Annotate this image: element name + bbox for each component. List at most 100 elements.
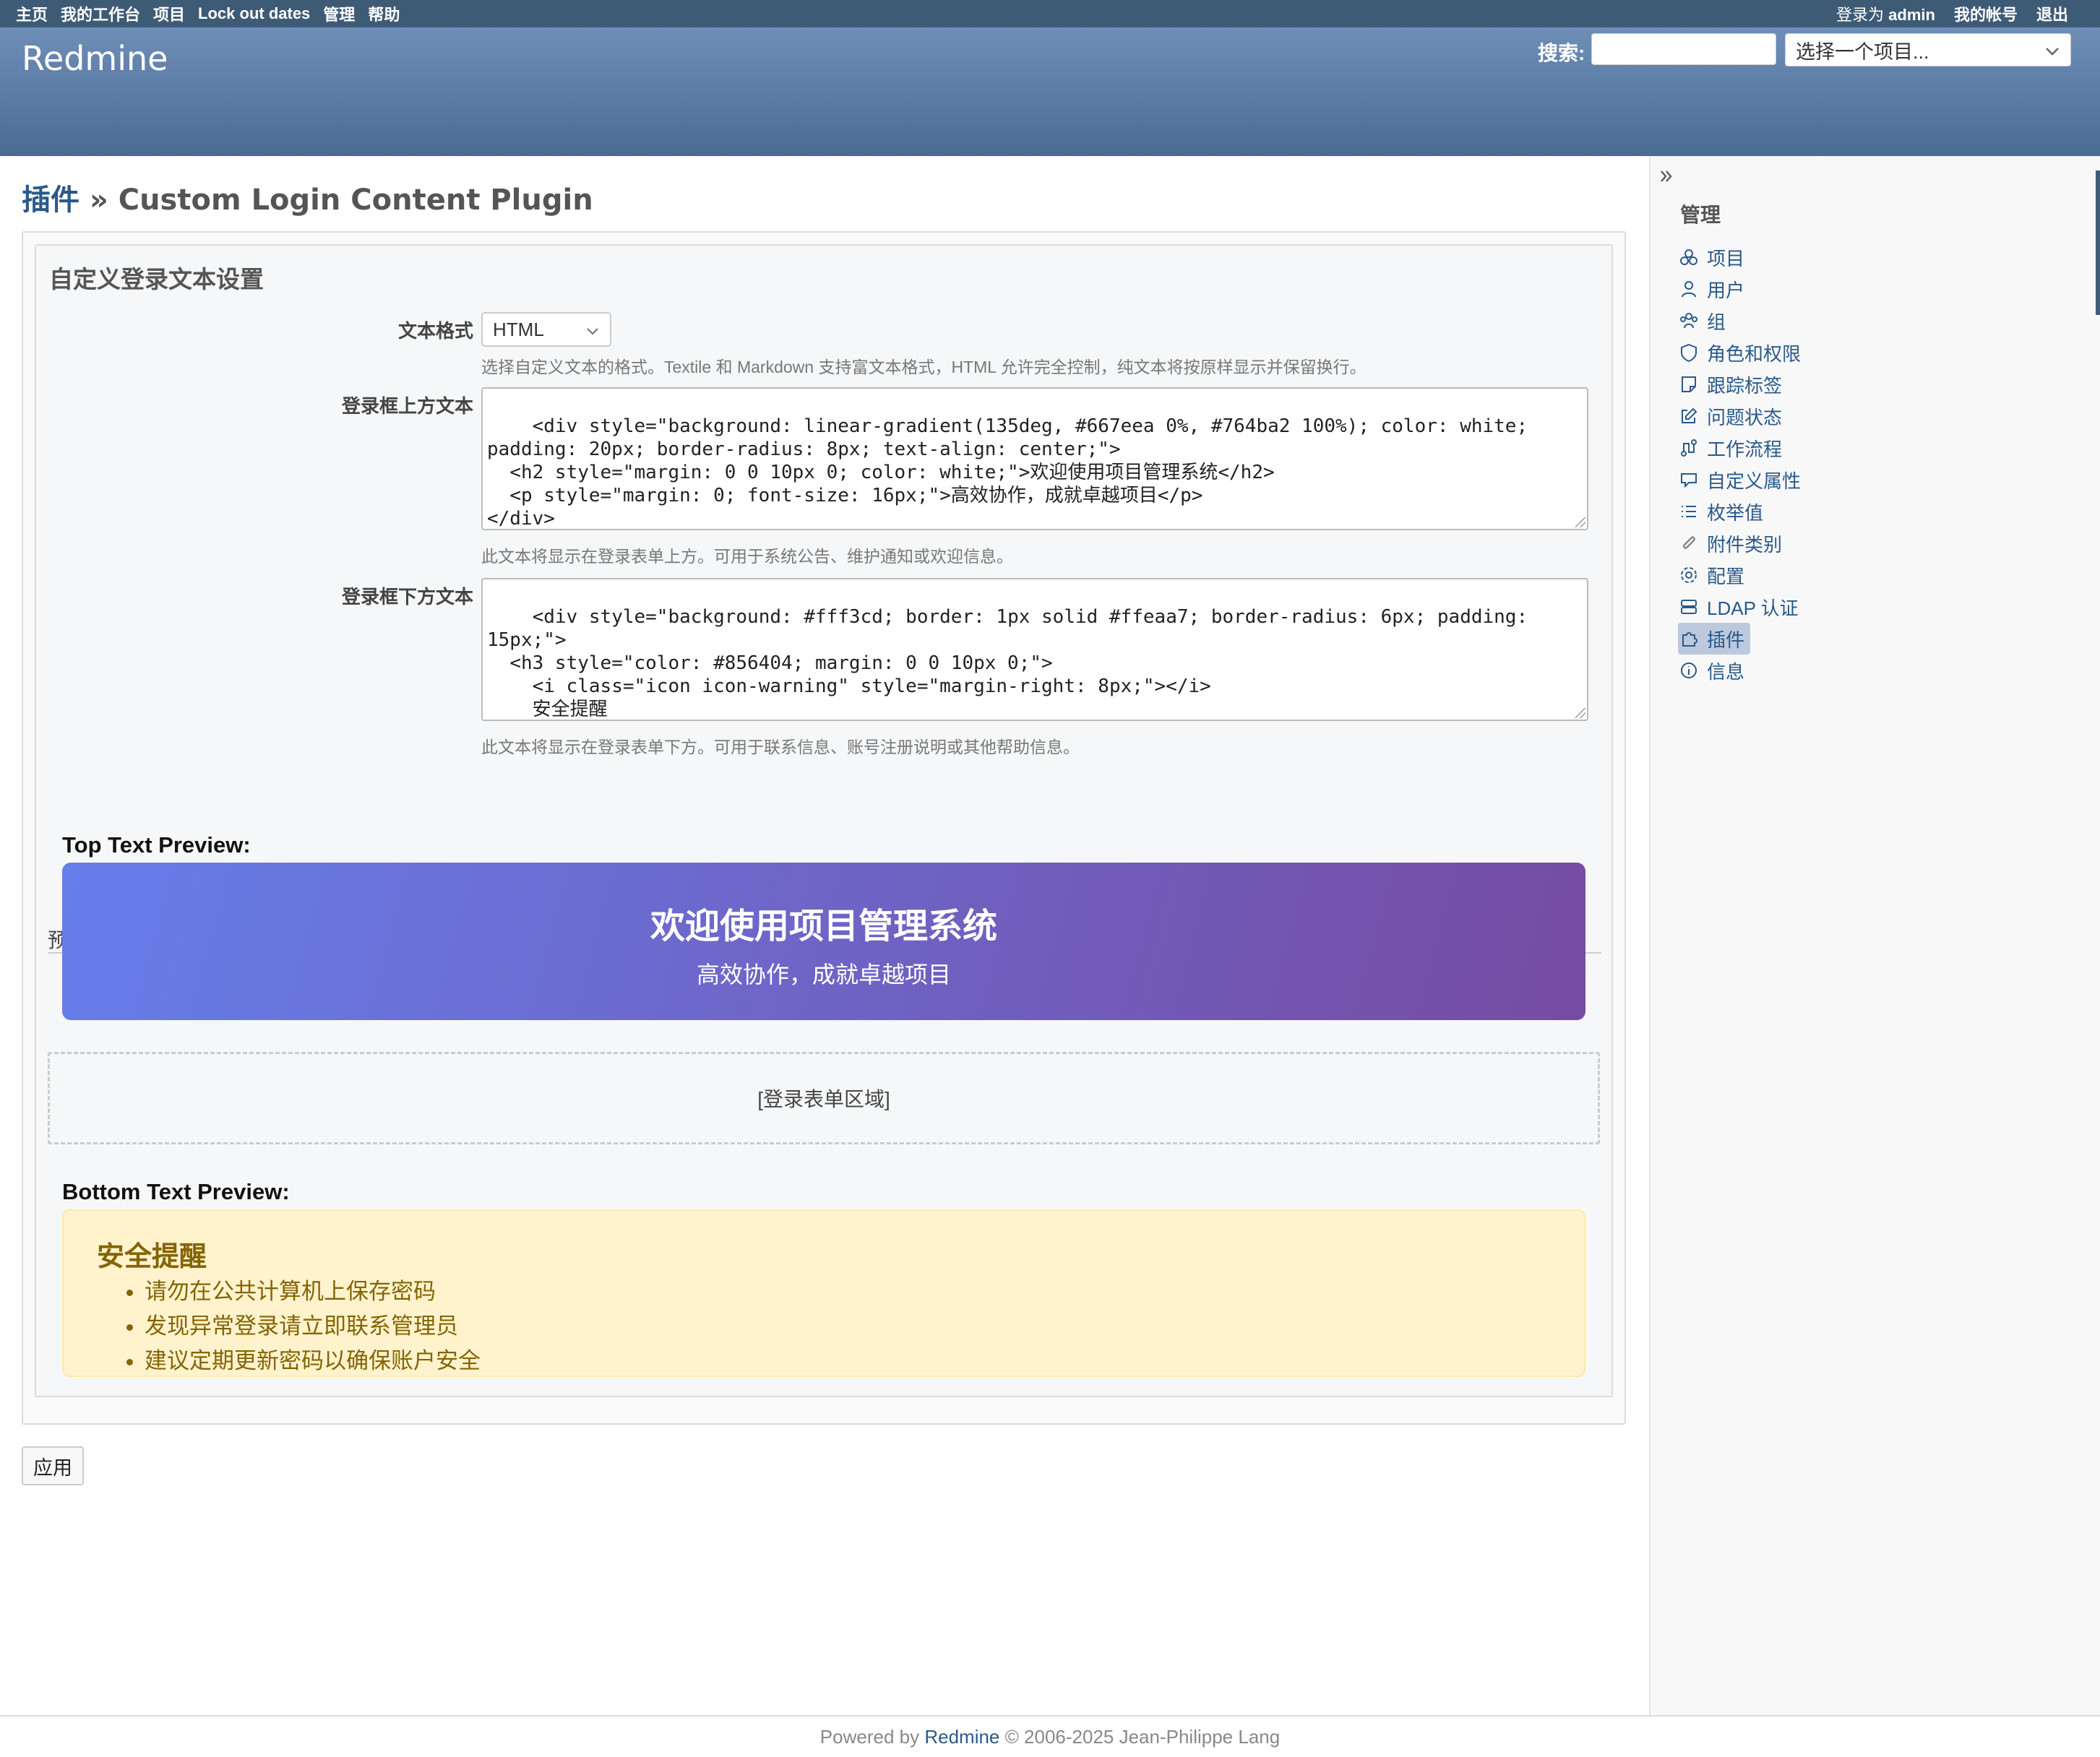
sidebar-item-roles[interactable]: 角色和权限	[1678, 337, 1801, 368]
project-jump-select[interactable]: 选择一个项目...	[1785, 33, 2071, 66]
menu-projects-link[interactable]: 项目	[153, 2, 185, 25]
sidebar-item-enumerations[interactable]: 枚举值	[1678, 496, 1801, 527]
info-icon	[1678, 660, 1700, 681]
sidebar-item-label: 项目	[1707, 247, 1745, 269]
sidebar-item-projects[interactable]: 项目	[1678, 241, 1801, 273]
workflow-icon	[1678, 437, 1700, 459]
login-area-label: [登录表单区域]	[757, 1088, 890, 1110]
sidebar: 管理 项目 用户 组 角色和权限 跟踪标签 问题状态 工作流程 自定义属性 枚举…	[1649, 156, 2100, 1715]
warning-title-row: 安全提醒	[97, 1234, 207, 1274]
resize-handle-icon[interactable]	[1575, 708, 1585, 718]
sidebar-item-ldap[interactable]: LDAP 认证	[1678, 591, 1801, 623]
login-form-placeholder: [登录表单区域]	[48, 1052, 1600, 1144]
sidebar-item-label: 附件类别	[1707, 533, 1783, 556]
top-text-hint: 此文本将显示在登录表单上方。可用于系统公告、维护通知或欢迎信息。	[481, 547, 1013, 566]
sidebar-item-issue-statuses[interactable]: 问题状态	[1678, 400, 1801, 432]
sidebar-item-label: 配置	[1707, 565, 1745, 587]
bottom-preview-heading: Bottom Text Preview:	[62, 1179, 290, 1204]
apply-button[interactable]: 应用	[22, 1446, 84, 1485]
settings-icon	[1678, 564, 1700, 586]
sidebar-item-label: 自定义属性	[1707, 470, 1802, 492]
sidebar-toggle-icon[interactable]	[1658, 163, 1675, 191]
breadcrumb-plugins-link[interactable]: 插件	[22, 184, 79, 217]
banner-title: 欢迎使用项目管理系统	[650, 907, 997, 946]
sidebar-item-info[interactable]: 信息	[1678, 655, 1801, 686]
sidebar-item-trackers[interactable]: 跟踪标签	[1678, 368, 1801, 400]
sidebar-item-plugins[interactable]: 插件	[1678, 623, 1751, 655]
sidebar-item-label: 问题状态	[1707, 406, 1783, 428]
bottom-text-value: <div style="background: #fff3cd; border:…	[487, 606, 1528, 720]
footer: Powered by Redmine © 2006-2025 Jean-Phil…	[0, 1715, 2100, 1757]
top-preview-banner: 欢迎使用项目管理系统 高效协作，成就卓越项目	[62, 863, 1585, 1020]
warning-item: 发现异常登录请立即联系管理员	[145, 1309, 481, 1344]
sidebar-item-label: 组	[1707, 311, 1726, 333]
footer-copyright: © 2006-2025 Jean-Philippe Lang	[1004, 1726, 1281, 1748]
sidebar-item-workflows[interactable]: 工作流程	[1678, 432, 1801, 464]
warning-title: 安全提醒	[97, 1242, 207, 1272]
app-title[interactable]: Redmine	[22, 39, 168, 78]
logged-in-user-link[interactable]: admin	[1888, 6, 1935, 24]
menu-my-page-link[interactable]: 我的工作台	[61, 2, 140, 25]
menu-administration-link[interactable]: 管理	[323, 2, 355, 25]
menu-home-link[interactable]: 主页	[16, 2, 48, 25]
sidebar-item-label: 插件	[1707, 629, 1745, 651]
search-label: 搜索:	[1538, 42, 1585, 64]
breadcrumb-separator: »	[89, 184, 108, 217]
plugin-icon	[1678, 628, 1700, 649]
project-select-value: 选择一个项目...	[1796, 40, 1929, 63]
logged-in-label: 登录为	[1836, 6, 1885, 24]
custom-field-icon	[1678, 469, 1700, 491]
sidebar-item-users[interactable]: 用户	[1678, 273, 1801, 305]
warning-item: 建议定期更新密码以确保账户安全	[145, 1344, 481, 1376]
warning-preview-box: 安全提醒 请勿在公共计算机上保存密码 发现异常登录请立即联系管理员 建议定期更新…	[62, 1209, 1585, 1377]
search-input[interactable]	[1591, 33, 1776, 65]
footer-powered-by: Powered by	[819, 1726, 920, 1748]
chevron-down-icon	[2044, 39, 2060, 61]
sidebar-item-custom-fields[interactable]: 自定义属性	[1678, 464, 1801, 496]
sidebar-item-label: 跟踪标签	[1707, 374, 1783, 397]
footer-redmine-link[interactable]: Redmine	[924, 1726, 999, 1748]
format-select[interactable]: HTML	[481, 312, 611, 347]
format-select-value: HTML	[493, 318, 544, 340]
logout-link[interactable]: 退出	[2036, 2, 2068, 25]
sidebar-item-label: LDAP 认证	[1707, 597, 1799, 619]
bottom-text-label: 登录框下方文本	[341, 586, 473, 608]
top-text-textarea[interactable]: <div style="background: linear-gradient(…	[481, 387, 1588, 530]
scrollbar-thumb[interactable]	[2096, 170, 2100, 315]
projects-icon	[1678, 246, 1700, 268]
top-preview-heading: Top Text Preview:	[62, 832, 251, 858]
admin-menu: 项目 用户 组 角色和权限 跟踪标签 问题状态 工作流程 自定义属性 枚举值 附…	[1678, 241, 1801, 686]
sidebar-item-label: 枚举值	[1707, 501, 1764, 524]
warning-item: 请勿在公共计算机上保存密码	[145, 1274, 481, 1309]
sidebar-item-groups[interactable]: 组	[1678, 305, 1801, 337]
bottom-text-textarea[interactable]: <div style="background: #fff3cd; border:…	[481, 578, 1588, 721]
list-icon	[1678, 501, 1700, 522]
sidebar-item-label: 信息	[1707, 660, 1745, 683]
user-icon	[1678, 278, 1700, 300]
plugin-name: Custom Login Content Plugin	[118, 184, 593, 217]
sidebar-item-attachment-types[interactable]: 附件类别	[1678, 527, 1801, 559]
warning-list: 请勿在公共计算机上保存密码 发现异常登录请立即联系管理员 建议定期更新密码以确保…	[111, 1274, 481, 1376]
sidebar-title: 管理	[1680, 204, 1721, 226]
resize-handle-icon[interactable]	[1575, 517, 1585, 527]
fieldset-title: 自定义登录文本设置	[49, 266, 264, 293]
my-account-link[interactable]: 我的帐号	[1954, 2, 2018, 25]
menu-lock-out-dates-link[interactable]: Lock out dates	[198, 4, 310, 23]
top-text-label: 登录框上方文本	[341, 395, 473, 417]
group-icon	[1678, 310, 1700, 332]
top-menu: 主页 我的工作台 项目 Lock out dates 管理 帮助 登录为 adm…	[0, 0, 2100, 27]
top-text-value: <div style="background: linear-gradient(…	[487, 415, 1528, 530]
sidebar-item-label: 角色和权限	[1707, 342, 1802, 365]
chevron-down-icon	[585, 319, 600, 341]
sidebar-item-settings[interactable]: 配置	[1678, 559, 1801, 591]
header: Redmine 搜索: 选择一个项目...	[0, 27, 2100, 156]
page-title: 插件 » Custom Login Content Plugin	[22, 176, 593, 218]
shield-icon	[1678, 342, 1700, 363]
sidebar-item-label: 工作流程	[1707, 438, 1783, 460]
banner-subtitle: 高效协作，成就卓越项目	[696, 962, 951, 988]
sidebar-item-label: 用户	[1707, 279, 1745, 301]
attachment-icon	[1678, 532, 1700, 554]
bottom-text-hint: 此文本将显示在登录表单下方。可用于联系信息、账号注册说明或其他帮助信息。	[481, 738, 1080, 756]
menu-help-link[interactable]: 帮助	[368, 2, 400, 25]
format-label: 文本格式	[397, 320, 473, 342]
